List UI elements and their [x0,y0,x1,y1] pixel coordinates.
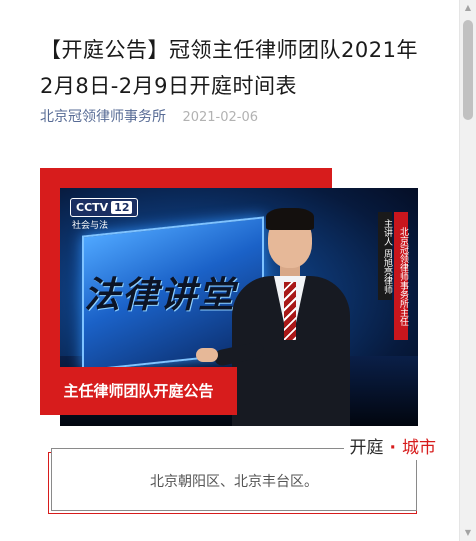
card-header-right: 城市 [402,438,436,458]
tie [284,282,296,340]
author-link[interactable]: 北京冠领律师事务所 [40,109,166,125]
article-content: 【开庭公告】冠领主任律师团队2021年2月8日-2月9日开庭时间表 北京冠领律师… [0,0,460,541]
publish-date: 2021-02-06 [182,110,259,125]
hair [266,208,314,230]
announcement-tag: 主任律师团队开庭公告 [40,367,237,415]
article-title: 【开庭公告】冠领主任律师团队2021年2月8日-2月9日开庭时间表 [40,38,418,98]
cctv-logo-icon: CCTV 12 [70,198,139,217]
card-text: 北京朝阳区、北京丰台区。 [150,474,318,490]
card-header-dot: · [389,438,396,458]
channel-name: 社会与法 [72,221,109,231]
caption-title: 北京冠领律师事务所主任 [394,212,408,340]
scrollbar-thumb[interactable] [463,20,473,120]
scroll-up-icon[interactable]: ▲ [460,0,476,16]
hand [196,348,218,362]
caption-speaker: 主讲人 周旭亮律师 [378,212,392,300]
logo-text: CCTV [76,201,109,214]
card-header: 开庭 · 城市 [343,436,442,460]
scroll-down-icon[interactable]: ▼ [460,525,476,541]
logo-number: 12 [111,201,133,214]
vertical-scrollbar[interactable]: ▲ ▼ [459,0,476,541]
article-meta: 北京冠领律师事务所 2021-02-06 [40,106,258,126]
card-header-left: 开庭 [349,438,384,458]
